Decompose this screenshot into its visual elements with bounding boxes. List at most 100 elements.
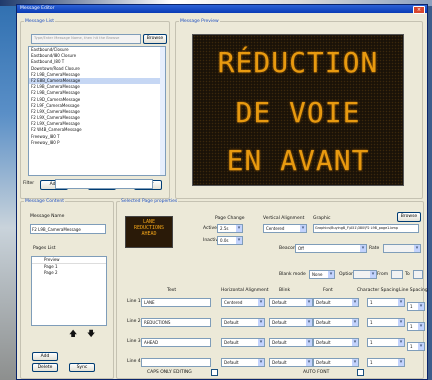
filter-label: Filter xyxy=(23,181,35,186)
blink-select[interactable]: Default xyxy=(269,338,313,347)
line-spacing-select-2[interactable]: 1 xyxy=(407,322,425,331)
font-select[interactable]: Default xyxy=(313,358,359,367)
blank-mode-label: Blank mode xyxy=(279,272,306,277)
line-spacing-value-3: 1 xyxy=(410,344,413,349)
page-item-2[interactable]: Page 2 xyxy=(32,270,106,276)
auto-font-label: AUTO FONT xyxy=(303,370,330,375)
horizontal-alignment-select[interactable]: Default xyxy=(221,358,265,367)
blink-value: Default xyxy=(272,300,287,305)
line-text-input[interactable]: LANE xyxy=(141,298,211,307)
message-name-value: F2 L9B_CameraMessage xyxy=(32,226,81,232)
to-input[interactable] xyxy=(413,270,423,279)
led-line-2: DE VOIE xyxy=(235,96,361,129)
add-page-button[interactable]: Add xyxy=(32,352,58,361)
graphic-browse-button[interactable]: Browse xyxy=(397,212,421,222)
pages-list-header-text: Preview xyxy=(44,257,60,262)
pages-list-box[interactable]: Preview Page 1 Page 2 xyxy=(31,256,107,326)
from-input[interactable] xyxy=(391,270,403,279)
page-mini-preview: LANE REDUCTIONS AHEAD xyxy=(125,216,173,248)
page-item-2-label: Page 2 xyxy=(44,270,58,275)
line-label: Line 2 xyxy=(127,319,141,324)
line-label: Line 3 xyxy=(127,339,141,344)
message-editor-window: Message Editor × Message List Type/Enter… xyxy=(16,4,428,380)
pages-list-header: Preview xyxy=(32,257,106,264)
inactive-time-select[interactable]: 0.0s xyxy=(217,236,243,245)
title-bar[interactable]: Message Editor × xyxy=(17,5,427,14)
character-spacing-value: 1 xyxy=(370,340,373,345)
message-list-group: Message List Type/Enter Message Name, th… xyxy=(20,19,170,199)
horizontal-alignment-select[interactable]: Centered xyxy=(221,298,265,307)
caps-only-label: CAPS ONLY EDITING xyxy=(147,370,192,375)
inactive-time-value: 0.0s xyxy=(220,238,229,243)
font-select[interactable]: Default xyxy=(313,338,359,347)
blink-select[interactable]: Default xyxy=(269,298,313,307)
window-title: Message Editor xyxy=(20,6,55,11)
font-value: Default xyxy=(316,300,331,305)
option-label: Option xyxy=(339,272,355,277)
character-spacing-select[interactable]: 1 xyxy=(367,358,405,367)
vertical-alignment-select[interactable]: Centered xyxy=(263,224,307,233)
caps-only-checkbox[interactable] xyxy=(211,369,218,376)
line-text-input[interactable] xyxy=(141,358,211,367)
active-label: Active xyxy=(203,226,217,231)
graphic-path-input[interactable]: Graphics/BuyingB_F\A51\380\P2 L9B_page1.… xyxy=(313,224,419,233)
font-value: Default xyxy=(316,360,331,365)
graphic-path-value: Graphics/BuyingB_F\A51\380\P2 L9B_page1.… xyxy=(315,226,399,230)
horizontal-alignment-select[interactable]: Default xyxy=(221,318,265,327)
close-button[interactable]: × xyxy=(413,6,425,14)
message-list-box[interactable]: Eastbound/Closure Eastbound/I80 Closure Ea… xyxy=(28,46,166,176)
character-spacing-value: 1 xyxy=(370,360,373,365)
blink-value: Default xyxy=(272,320,287,325)
led-line-1: RÉDUCTION xyxy=(217,46,379,79)
active-time-select[interactable]: 2.5s xyxy=(217,224,243,233)
move-down-arrow-icon[interactable]: 🡇 xyxy=(87,328,95,342)
beacon-label: Beacon xyxy=(279,246,296,251)
vertical-alignment-value: Centered xyxy=(266,226,285,231)
message-list-item[interactable]: Freeway_I80 P xyxy=(29,140,165,146)
message-name-input[interactable]: F2 L9B_CameraMessage xyxy=(30,224,106,234)
led-sign-preview: RÉDUCTION DE VOIE EN AVANT xyxy=(192,34,404,186)
horizontal-alignment-select[interactable]: Default xyxy=(221,338,265,347)
character-spacing-select[interactable]: 1 xyxy=(367,338,405,347)
filter-input[interactable] xyxy=(55,179,153,189)
move-up-arrow-icon[interactable]: 🡅 xyxy=(69,328,77,342)
sync-page-button[interactable]: Sync xyxy=(69,363,95,372)
font-select[interactable]: Default xyxy=(313,298,359,307)
option-select[interactable] xyxy=(353,270,377,279)
message-list-label: Message List xyxy=(24,19,56,24)
active-time-value: 2.5s xyxy=(220,226,229,231)
rate-select[interactable] xyxy=(383,244,421,253)
line-text-input[interactable]: AHEAD xyxy=(141,338,211,347)
line-label: Line 1 xyxy=(127,299,141,304)
character-spacing-select[interactable]: 1 xyxy=(367,318,405,327)
to-label: To xyxy=(405,272,410,277)
page-item-1-label: Page 1 xyxy=(44,264,58,269)
line-label: Line 4 xyxy=(127,359,141,364)
line-text-input[interactable]: REDUCTIONS xyxy=(141,318,211,327)
delete-page-button[interactable]: Delete xyxy=(32,363,58,372)
message-list-scrollbar[interactable] xyxy=(160,47,165,175)
font-value: Default xyxy=(316,340,331,345)
message-search-placeholder: Type/Enter Message Name, then hit the Br… xyxy=(34,36,120,40)
line-spacing-select-3[interactable]: 1 xyxy=(407,342,425,351)
line-spacing-select-1[interactable]: 1 xyxy=(407,302,425,311)
mini-preview-line-3: AHEAD xyxy=(141,231,157,237)
message-preview-group: Message Preview RÉDUCTION DE VOIE EN AVA… xyxy=(175,19,423,199)
horizontal-alignment-value: Default xyxy=(224,340,239,345)
line-text-value: AHEAD xyxy=(144,340,159,345)
rate-label: Rate xyxy=(369,246,380,251)
line-text-value: LANE xyxy=(144,300,155,305)
blink-select[interactable]: Default xyxy=(269,358,313,367)
message-content-label: Message Content xyxy=(24,199,66,204)
blank-mode-select[interactable]: None xyxy=(309,270,335,279)
blink-select[interactable]: Default xyxy=(269,318,313,327)
auto-font-checkbox[interactable] xyxy=(357,369,364,376)
character-spacing-select[interactable]: 1 xyxy=(367,298,405,307)
horizontal-alignment-value: Centered xyxy=(224,300,243,305)
browse-button[interactable]: Browse xyxy=(143,34,167,44)
message-search-input[interactable]: Type/Enter Message Name, then hit the Br… xyxy=(31,34,141,44)
message-content-group: Message Content Message Name F2 L9B_Came… xyxy=(20,199,114,379)
message-preview-label: Message Preview xyxy=(179,19,220,24)
beacon-select[interactable]: Off xyxy=(295,244,367,253)
font-select[interactable]: Default xyxy=(313,318,359,327)
